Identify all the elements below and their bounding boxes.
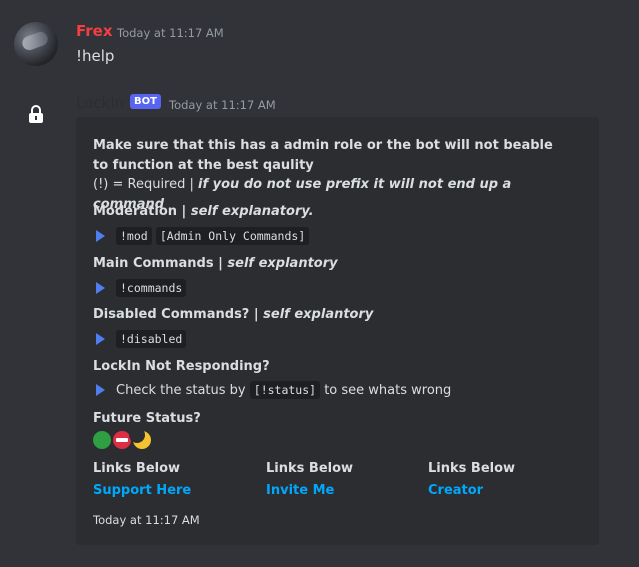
message-content: !help — [76, 47, 115, 65]
inline-code: !disabled — [116, 330, 187, 348]
timestamp: Today at 11:17 AM — [117, 26, 224, 40]
field-name-not-responding: LockIn Not Responding? — [93, 359, 270, 374]
timestamp: Today at 11:17 AM — [169, 98, 276, 112]
field-name-disabled-commands: Disabled Commands? | self explantory — [93, 307, 373, 322]
field-name-italic: self explanatory. — [190, 204, 314, 219]
message-frex: Frex Today at 11:17 AM !help — [0, 0, 639, 90]
lock-icon — [29, 105, 43, 123]
field-name-text: Main Commands | — [93, 256, 228, 271]
author-name[interactable]: Frex — [76, 22, 113, 40]
bot-badge: BOT — [130, 94, 161, 109]
field-name-moderation: Moderation | self explanatory. — [93, 204, 314, 219]
inline-code: [!status] — [249, 381, 321, 399]
links-field-name: Links Below — [266, 461, 354, 476]
field-name-text: Moderation | — [93, 204, 191, 219]
crescent-moon-emoji — [129, 427, 151, 449]
field-name-future-status: Future Status? — [93, 411, 201, 426]
author-name[interactable]: LockIn — [76, 94, 124, 112]
invite-me-link[interactable]: Invite Me — [266, 483, 334, 498]
links-field-name: Links Below — [93, 461, 181, 476]
field-value-disabled-commands: !disabled — [96, 330, 187, 348]
embed: Make sure that this has a admin role or … — [76, 117, 599, 545]
value-text: Check the status by — [116, 382, 246, 398]
triangle-bullet-icon — [96, 230, 105, 242]
embed-description: Make sure that this has a admin role or … — [93, 136, 563, 214]
field-name-text: LockIn Not Responding? — [93, 359, 270, 374]
triangle-bullet-icon — [96, 282, 105, 294]
inline-code: !mod — [116, 227, 152, 245]
field-value-not-responding: Check the status by [!status] to see wha… — [96, 381, 451, 399]
field-value-moderation: !mod [Admin Only Commands] — [96, 227, 310, 245]
support-here-link[interactable]: Support Here — [93, 483, 191, 498]
desc-line1: Make sure that this has a admin role or … — [93, 138, 553, 173]
triangle-bullet-icon — [96, 333, 105, 345]
links-field-name: Links Below — [428, 461, 516, 476]
desc-line2-plain: (!) = Required | — [93, 177, 199, 192]
inline-code: [Admin Only Commands] — [155, 227, 310, 245]
field-value-main-commands: !commands — [96, 279, 187, 297]
embed-footer-timestamp: Today at 11:17 AM — [93, 513, 200, 527]
field-name-text: Future Status? — [93, 411, 201, 426]
avatar[interactable] — [14, 22, 58, 66]
value-text: to see whats wrong — [320, 382, 452, 398]
field-name-main-commands: Main Commands | self explantory — [93, 256, 338, 271]
field-name-italic: self explantory — [263, 307, 374, 322]
field-name-text: Disabled Commands? | — [93, 307, 264, 322]
status-emojis — [93, 427, 151, 449]
inline-code: !commands — [116, 279, 187, 297]
creator-link[interactable]: Creator — [428, 483, 483, 498]
field-name-italic: self explantory — [227, 256, 338, 271]
triangle-bullet-icon — [96, 384, 105, 396]
green-circle-emoji — [93, 431, 111, 449]
